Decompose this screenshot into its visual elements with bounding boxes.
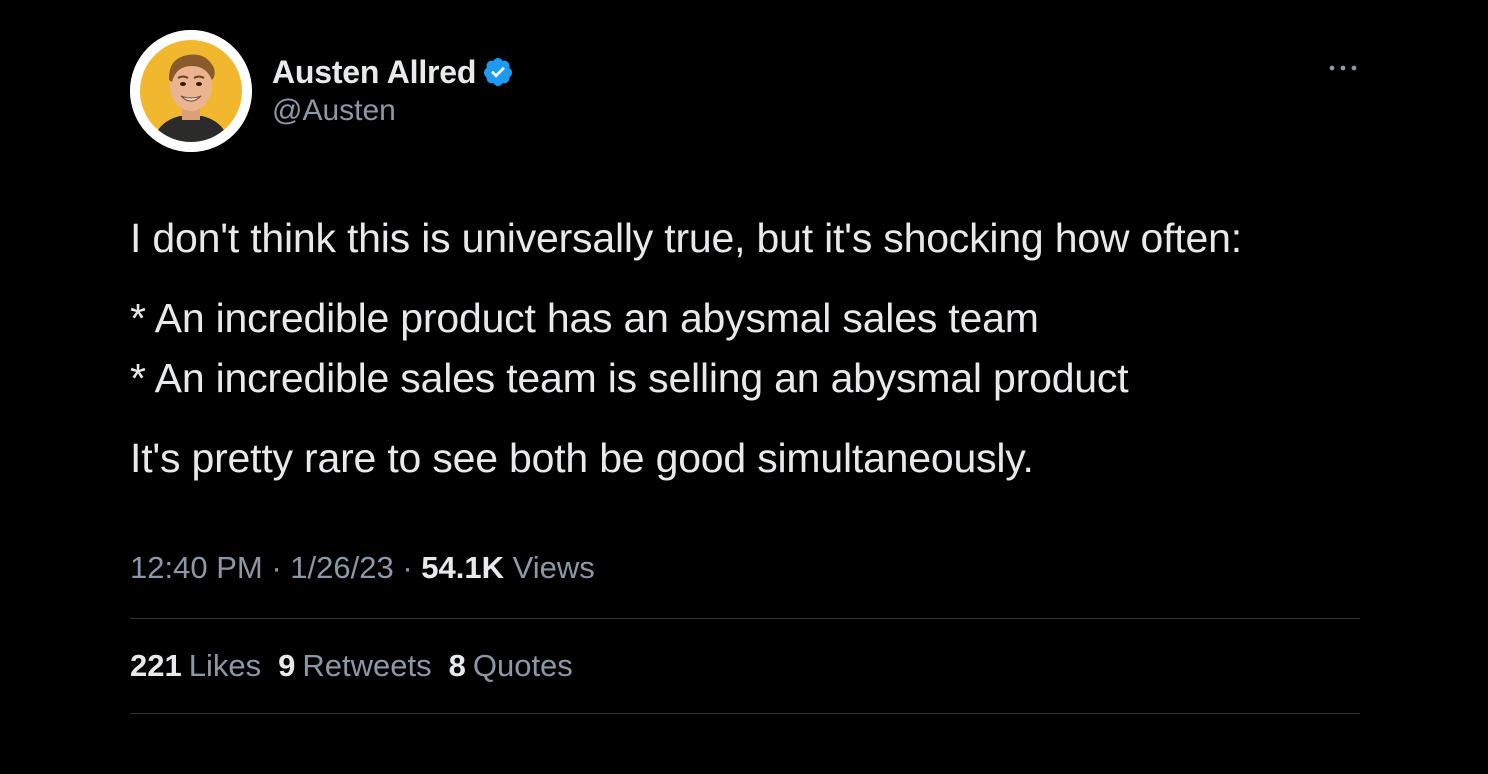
verified-badge-icon — [484, 58, 513, 86]
meta-separator: · — [402, 550, 413, 585]
tweet-line-conclusion: It's pretty rare to see both be good sim… — [130, 435, 1034, 481]
retweets-stat[interactable]: 9 Retweets — [278, 648, 431, 684]
tweet-line-bullet-2: * An incredible sales team is selling an… — [130, 355, 1129, 401]
engagement-stats: 221 Likes 9 Retweets 8 Quotes — [130, 619, 1360, 713]
author-display-name[interactable]: Austen Allred — [272, 54, 476, 91]
likes-stat[interactable]: 221 Likes — [130, 648, 261, 684]
likes-label: Likes — [188, 648, 262, 683]
divider — [130, 713, 1360, 714]
tweet-date[interactable]: 1/26/23 — [290, 550, 393, 585]
retweets-count: 9 — [278, 648, 296, 683]
tweet-card: Austen Allred @Austen I don't think this… — [130, 30, 1360, 714]
tweet-header: Austen Allred @Austen — [130, 30, 1360, 154]
meta-separator: · — [271, 550, 282, 585]
tweet-line-bullet-1: * An incredible product has an abysmal s… — [130, 295, 1039, 341]
retweets-label: Retweets — [302, 648, 432, 683]
tweet-text: I don't think this is universally true, … — [130, 208, 1360, 488]
tweet-time[interactable]: 12:40 PM — [130, 550, 263, 585]
quotes-label: Quotes — [472, 648, 573, 683]
tweet-meta: 12:40 PM · 1/26/23 · 54.1K Views — [130, 548, 1360, 588]
views-count: 54.1K — [421, 550, 505, 585]
tweet-line-intro: I don't think this is universally true, … — [130, 215, 1242, 261]
author-handle[interactable]: @Austen — [272, 94, 514, 128]
quotes-count: 8 — [448, 648, 466, 683]
author-identity: Austen Allred @Austen — [272, 52, 514, 128]
avatar[interactable] — [130, 30, 252, 152]
views-label: Views — [512, 550, 595, 585]
avatar-portrait-icon — [130, 30, 252, 152]
more-options-icon[interactable] — [1326, 56, 1360, 80]
quotes-stat[interactable]: 8 Quotes — [449, 648, 573, 684]
name-row: Austen Allred — [272, 52, 514, 92]
likes-count: 221 — [130, 648, 182, 683]
